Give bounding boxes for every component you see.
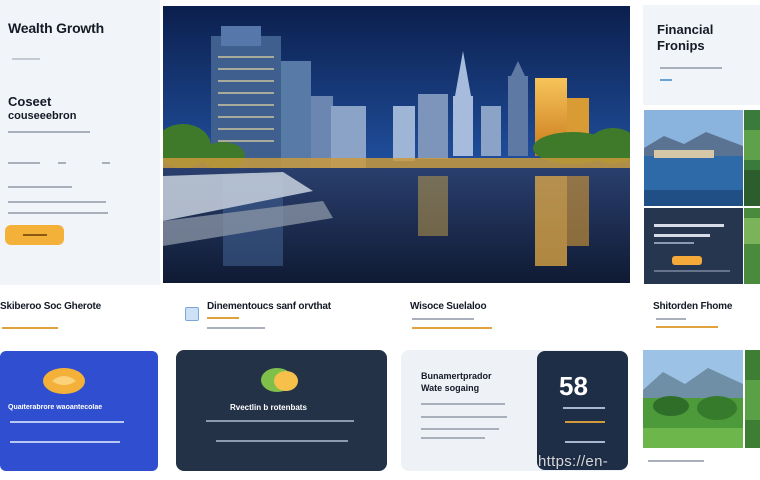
feature-3-sub-line-1 xyxy=(412,318,474,320)
body-line-1 xyxy=(8,186,72,188)
finance-card-line-2 xyxy=(654,234,710,237)
brand-title: Wealth Growth xyxy=(8,20,104,36)
stat-line-2 xyxy=(58,162,66,164)
greenery-photo-edge xyxy=(744,208,760,284)
harbor-photo xyxy=(644,110,743,206)
light-card-line-3 xyxy=(421,428,499,430)
navy-card-line-2 xyxy=(216,440,348,442)
feature-2-icon xyxy=(185,307,199,321)
stat-line-b xyxy=(565,421,605,423)
stat-line-c xyxy=(565,441,605,443)
hero-title-line-1: Coseet xyxy=(8,94,52,109)
feature-4-sub-line-1 xyxy=(656,318,686,320)
body-line-2 xyxy=(8,201,106,203)
finance-card-line-4 xyxy=(654,270,730,272)
feature-1-sub-line xyxy=(2,327,58,329)
forest-image-edge xyxy=(744,110,760,206)
stat-line-3 xyxy=(102,162,110,164)
mountain-field-photo xyxy=(643,350,743,448)
blue-feature-card[interactable]: Quaiterabrore waoantecolae xyxy=(0,351,158,471)
right-panel xyxy=(643,5,760,105)
feature-title-3: Wisoce Suelaloo xyxy=(410,301,487,312)
feature-3-sub-line-2 xyxy=(412,327,492,329)
right-panel-title: Financial Fronips xyxy=(657,22,757,54)
hero-title: Coseet couseeebron xyxy=(8,95,148,123)
feature-2-sub-line-1 xyxy=(207,317,239,319)
leaf-coin-icon xyxy=(261,368,298,392)
finance-card-button[interactable] xyxy=(672,256,702,265)
finance-dark-card xyxy=(644,208,743,284)
city-skyline-photo xyxy=(163,6,630,283)
url-watermark: https://en- xyxy=(538,453,609,470)
light-card-line-2 xyxy=(421,416,507,418)
right-caption-line xyxy=(660,67,722,69)
light-card-line-4 xyxy=(421,437,485,439)
light-card-title-line-1: Bunamertprador xyxy=(421,371,492,381)
light-card-title: Bunamertprador Wate sogaing xyxy=(421,370,492,394)
blue-card-line-2 xyxy=(10,441,120,443)
right-title-line-2: Fronips xyxy=(657,38,705,53)
right-caption-accent xyxy=(660,79,672,81)
stat-line-a xyxy=(563,407,605,409)
light-card-title-line-2: Wate sogaing xyxy=(421,383,480,393)
handshake-icon xyxy=(43,368,85,394)
feature-title-1: Skiberoo Soc Gherote xyxy=(0,301,102,312)
forest-photo-edge-bottom xyxy=(745,350,760,448)
feature-title-2: Dinementoucs sanf orvthat xyxy=(207,301,331,312)
stat-value: 58 xyxy=(559,371,588,401)
hero-title-line-2: couseeebron xyxy=(8,110,77,122)
navy-card-line-1 xyxy=(206,420,354,422)
feature-2-sub-line-2 xyxy=(207,327,265,329)
greenery-image-edge xyxy=(744,208,760,284)
forest-photo-edge xyxy=(744,110,760,206)
finance-card-line-3 xyxy=(654,242,694,244)
harbor-image xyxy=(644,110,743,206)
light-card-line-1 xyxy=(421,403,505,405)
feature-title-4: Shitorden Fhome xyxy=(653,301,733,312)
cta-button-label-line xyxy=(22,234,47,236)
cta-button[interactable] xyxy=(5,225,64,245)
blue-card-title: Quaiterabrore waoantecolae xyxy=(8,404,103,411)
blue-card-line-1 xyxy=(10,421,124,423)
brand-sub-line xyxy=(12,58,40,60)
body-line-3 xyxy=(8,212,108,214)
right-title-line-1: Financial xyxy=(657,22,714,37)
feature-4-sub-line-2 xyxy=(656,326,718,328)
navy-feature-card[interactable]: Rvectlin b rotenbats xyxy=(176,350,387,471)
city-skyline-image xyxy=(163,6,630,283)
finance-card-line-1 xyxy=(654,224,724,227)
forest-image-edge-bottom xyxy=(745,350,760,448)
hero-caption-line xyxy=(8,131,90,133)
photo-caption-line xyxy=(648,460,704,462)
mountain-field-image xyxy=(643,350,743,448)
stat-line-1 xyxy=(8,162,40,164)
navy-card-title: Rvectlin b rotenbats xyxy=(230,403,307,412)
